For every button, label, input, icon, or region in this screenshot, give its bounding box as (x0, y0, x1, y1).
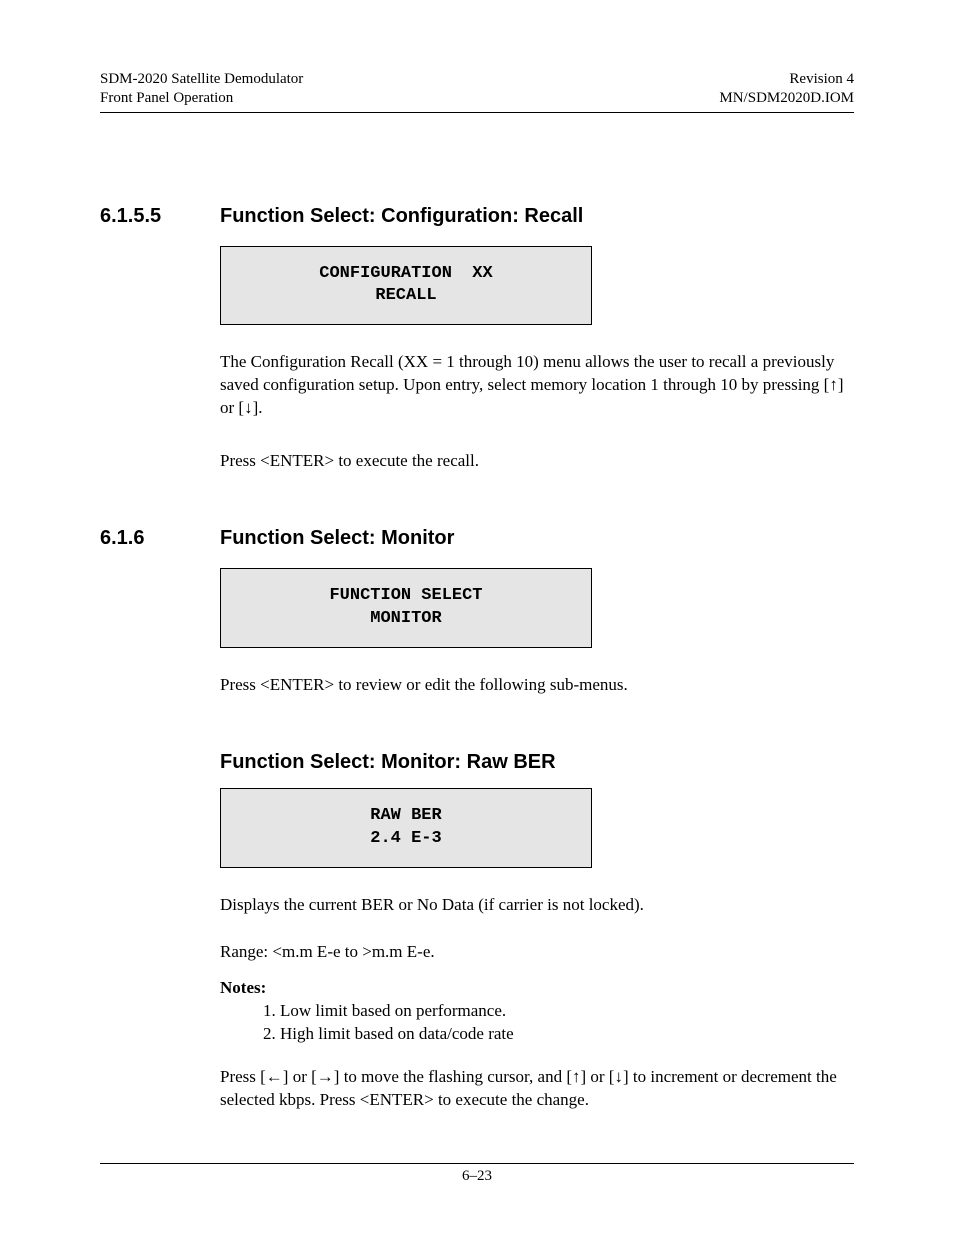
section-monitor: 6.1.6 Function Select: Monitor FUNCTION … (100, 527, 854, 697)
header-left: SDM-2020 Satellite Demodulator Front Pan… (100, 70, 303, 108)
notes-label: Notes: (220, 978, 854, 998)
note-item: Low limit based on performance. (280, 1000, 854, 1023)
section-recall: 6.1.5.5 Function Select: Configuration: … (100, 205, 854, 474)
page-number: 6–23 (462, 1168, 492, 1184)
header-left-line1: SDM-2020 Satellite Demodulator (100, 70, 303, 89)
paragraph: The Configuration Recall (XX = 1 through… (220, 351, 854, 420)
notes-list: Low limit based on performance. High lim… (220, 1000, 854, 1046)
note-item: High limit based on data/code rate (280, 1023, 854, 1046)
paragraph: Range: <m.m E-e to >m.m E-e. (220, 941, 854, 964)
page-footer: 6–23 (100, 1163, 854, 1185)
paragraph: Press <ENTER> to review or edit the foll… (220, 674, 854, 697)
section-number: 6.1.6 (100, 527, 190, 550)
lcd-display-monitor: FUNCTION SELECT MONITOR (220, 568, 592, 648)
header-left-line2: Front Panel Operation (100, 89, 303, 108)
section-title: Function Select: Monitor (220, 527, 454, 550)
header-right: Revision 4 MN/SDM2020D.IOM (719, 70, 854, 108)
page-content: 6.1.5.5 Function Select: Configuration: … (100, 113, 854, 1112)
section-number: 6.1.5.5 (100, 205, 190, 228)
header-right-line2: MN/SDM2020D.IOM (719, 89, 854, 108)
page-header: SDM-2020 Satellite Demodulator Front Pan… (100, 70, 854, 108)
paragraph: Displays the current BER or No Data (if … (220, 894, 854, 917)
sub-heading: Function Select: Monitor: Raw BER (220, 751, 854, 774)
section-heading-monitor: 6.1.6 Function Select: Monitor (100, 527, 854, 550)
section-body-rawber: Function Select: Monitor: Raw BER RAW BE… (220, 751, 854, 1112)
header-right-line1: Revision 4 (719, 70, 854, 89)
lcd-display-recall: CONFIGURATION XX RECALL (220, 246, 592, 326)
lcd-display-rawber: RAW BER 2.4 E-3 (220, 788, 592, 868)
section-title: Function Select: Configuration: Recall (220, 205, 583, 228)
paragraph: Press [←] or [→] to move the flashing cu… (220, 1066, 854, 1112)
paragraph: Press <ENTER> to execute the recall. (220, 450, 854, 473)
section-body-recall: CONFIGURATION XX RECALL The Configuratio… (220, 246, 854, 421)
section-rawber: Function Select: Monitor: Raw BER RAW BE… (100, 751, 854, 1112)
section-heading-recall: 6.1.5.5 Function Select: Configuration: … (100, 205, 854, 228)
section-body-monitor: FUNCTION SELECT MONITOR Press <ENTER> to… (220, 568, 854, 697)
document-page: SDM-2020 Satellite Demodulator Front Pan… (0, 0, 954, 1235)
